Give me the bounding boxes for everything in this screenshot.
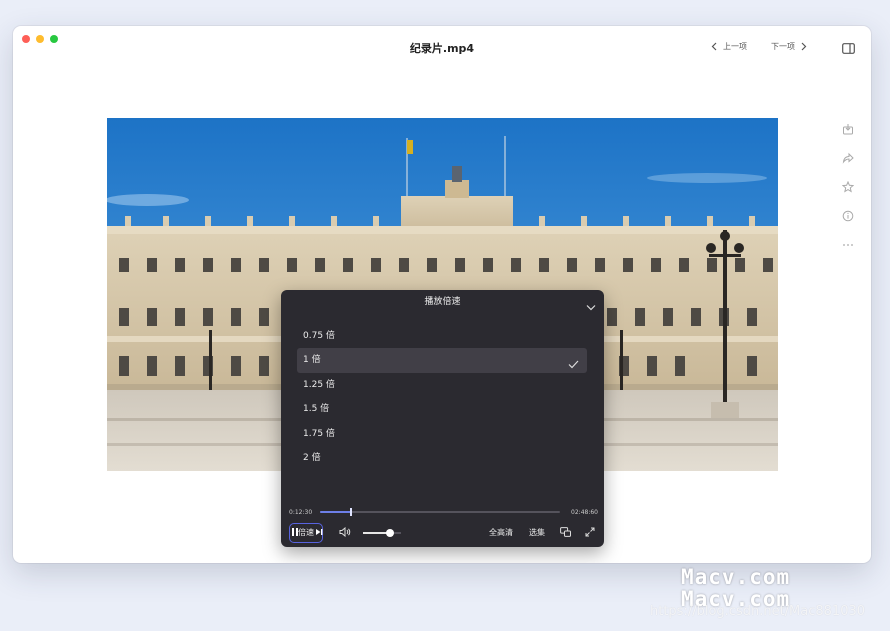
speed-option-list: 0.75 倍 1 倍 1.25 倍 1.5 倍 1.75 倍 2 倍 <box>297 324 587 470</box>
next-item-button[interactable]: 下一项 <box>771 41 807 52</box>
info-icon[interactable] <box>842 209 854 222</box>
speed-option-1-5x[interactable]: 1.5 倍 <box>297 397 587 421</box>
speed-option-1x[interactable]: 1 倍 <box>297 348 587 373</box>
player-window: 纪录片.mp4 上一项 下一项 播放倍速 0.75 倍 1 倍 1.25 倍 1… <box>13 26 871 563</box>
current-time: 0:12:30 <box>289 509 313 516</box>
picture-in-picture-button[interactable] <box>560 527 571 537</box>
progress-fill <box>320 511 352 513</box>
next-track-button[interactable] <box>315 528 324 536</box>
sidebar-icon <box>842 43 855 54</box>
star-icon[interactable] <box>841 180 855 193</box>
pause-icon <box>292 528 298 536</box>
speed-option-label: 0.75 倍 <box>303 331 335 341</box>
share-icon[interactable] <box>842 151 854 164</box>
control-bar: 倍速 全高清 选集 <box>289 523 598 543</box>
chevron-left-icon <box>711 42 717 51</box>
video-player-overlay: 播放倍速 0.75 倍 1 倍 1.25 倍 1.5 倍 1.75 倍 2 倍 … <box>281 290 604 547</box>
progress-bar[interactable] <box>320 508 560 516</box>
more-icon[interactable] <box>842 238 854 250</box>
expand-icon <box>585 527 595 537</box>
sidebar-toggle-button[interactable] <box>842 41 855 59</box>
chevron-down-icon <box>586 305 596 311</box>
picture-in-picture-icon <box>560 527 571 537</box>
previous-item-button[interactable]: 上一项 <box>711 41 747 52</box>
speed-option-label: 1.5 倍 <box>303 404 330 415</box>
speed-panel-title: 播放倍速 <box>424 297 461 307</box>
total-time: 02:48:60 <box>571 509 598 516</box>
mute-button[interactable] <box>339 527 351 537</box>
speed-option-label: 2 倍 <box>303 452 321 463</box>
speed-option-2x[interactable]: 2 倍 <box>297 446 587 470</box>
fullscreen-button[interactable] <box>585 527 595 537</box>
progress-row: 0:12:30 02:48:60 <box>289 507 598 517</box>
watermark-line: Macv.com <box>681 565 791 589</box>
quality-button[interactable]: 全高清 <box>489 527 513 538</box>
volume-slider[interactable] <box>363 529 401 537</box>
speed-option-label: 1 倍 <box>303 355 321 366</box>
speed-option-label: 1.75 倍 <box>303 428 335 439</box>
speed-option-label: 1.25 倍 <box>303 379 335 390</box>
speaker-icon <box>339 527 351 537</box>
side-action-bar <box>841 122 855 250</box>
speed-option-0-75x[interactable]: 0.75 倍 <box>297 324 587 348</box>
watermark-url: https://blog.csdn.net/Mac881030 <box>650 604 866 619</box>
speed-panel-header: 播放倍速 <box>281 290 604 314</box>
speed-option-1-75x[interactable]: 1.75 倍 <box>297 422 587 446</box>
next-item-label: 下一项 <box>771 42 795 51</box>
previous-item-label: 上一项 <box>723 42 747 51</box>
collapse-panel-button[interactable] <box>586 297 596 321</box>
download-icon[interactable] <box>842 122 854 135</box>
skip-forward-icon <box>316 529 323 535</box>
chevron-right-icon <box>801 42 807 51</box>
pause-button[interactable] <box>291 527 299 537</box>
episodes-button[interactable]: 选集 <box>529 527 545 538</box>
progress-handle[interactable] <box>350 508 353 516</box>
volume-knob[interactable] <box>385 529 394 537</box>
speed-option-1-25x[interactable]: 1.25 倍 <box>297 373 587 397</box>
